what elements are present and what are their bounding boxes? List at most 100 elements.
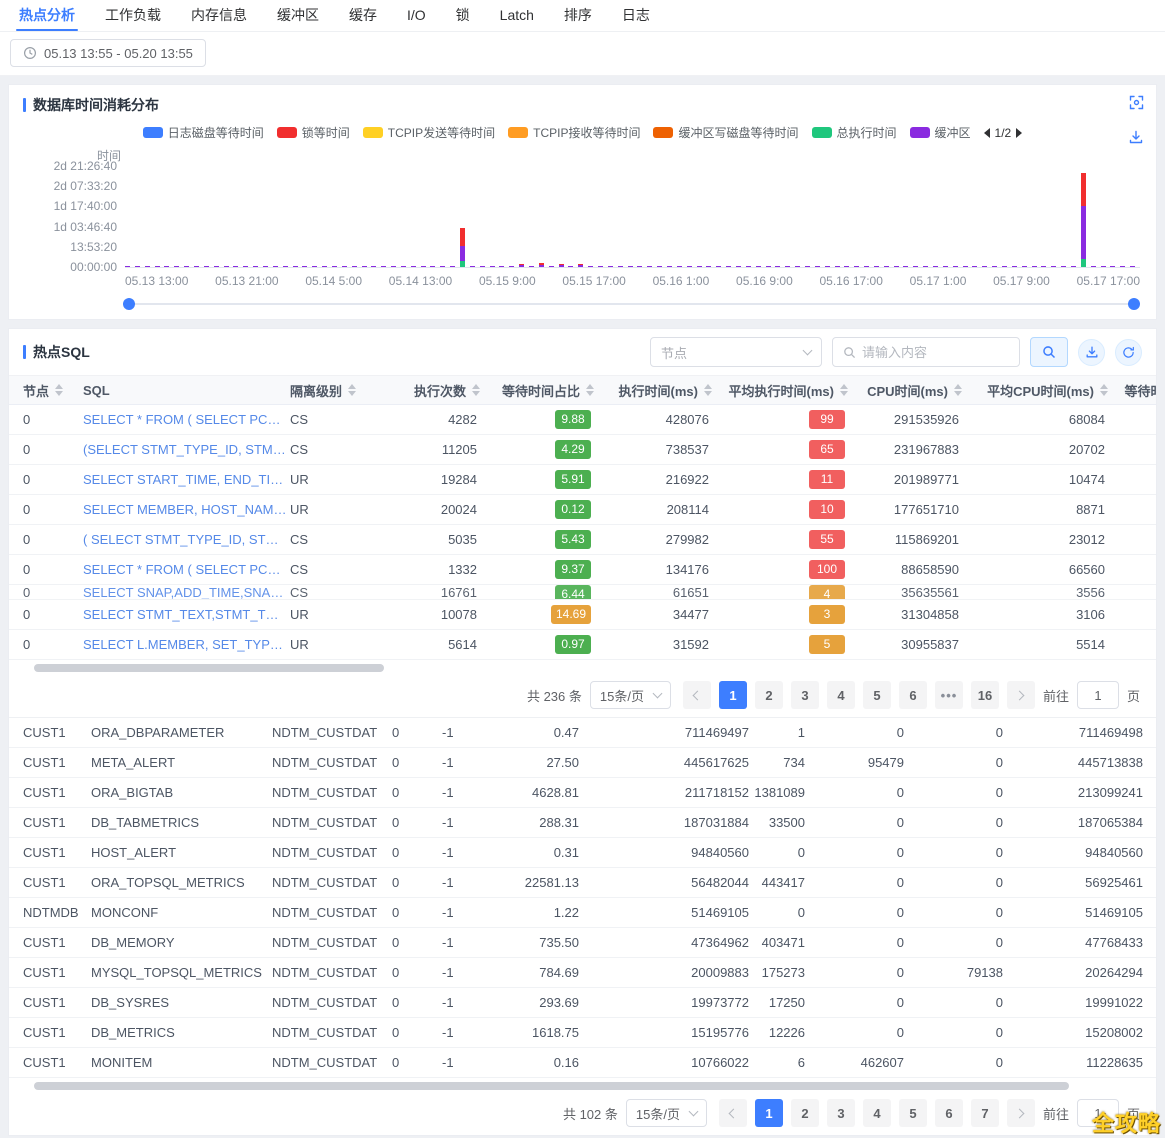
legend-prev-icon[interactable] [984,128,990,138]
page-button[interactable]: 3 [827,1099,855,1127]
search-button[interactable] [1030,337,1068,367]
cell: 19991022 [1006,995,1146,1010]
refresh-button[interactable] [1115,339,1142,366]
chart-bar [125,266,130,267]
legend-item[interactable]: 缓冲区 [910,124,971,141]
sort-icon[interactable] [954,384,962,396]
prev-page-button[interactable] [683,681,711,709]
nav-tab[interactable]: 排序 [549,0,607,31]
legend-item[interactable]: 日志磁盘等待时间 [143,124,264,141]
nav-tab[interactable]: 工作负载 [90,0,176,31]
page-button[interactable]: 7 [971,1099,999,1127]
legend-item[interactable]: 缓冲区写磁盘等待时间 [653,124,798,141]
download-button[interactable] [1078,339,1105,366]
date-range-picker[interactable]: 05.13 13:55 - 05.20 13:55 [10,39,206,67]
chevron-down-icon [803,346,813,356]
page-ellipsis[interactable]: ••• [935,681,963,709]
cell: 175273 [752,965,808,980]
page-button[interactable]: 2 [791,1099,819,1127]
fullscreen-icon[interactable] [1129,95,1144,110]
sql-statement-link[interactable]: SELECT * FROM ( SELECT PCS.S... [83,562,290,577]
sql-statement-link[interactable]: SELECT MEMBER, HOST_NAME... [83,502,290,517]
sort-icon[interactable] [840,384,848,396]
column-header[interactable]: 隔离级别 [290,381,390,400]
column-header[interactable]: 执行时间(ms) [594,381,712,400]
page-size-select[interactable]: 15条/页 [626,1099,707,1127]
sql-statement-link[interactable]: SELECT START_TIME, END_TIM... [83,472,290,487]
page-button[interactable]: 5 [899,1099,927,1127]
column-header[interactable]: 执行次数 [390,381,480,400]
legend-swatch [277,127,297,138]
sql-table-header: 节点SQL隔离级别执行次数等待时间占比执行时间(ms)平均执行时间(ms)CPU… [9,375,1156,405]
cell: CUST1 [23,965,91,980]
page-button[interactable]: 3 [791,681,819,709]
hot-table-row: CUST1DB_METRICSNDTM_CUSTDAT0-11618.75151… [9,1018,1156,1048]
sql-horizontal-scrollbar[interactable] [23,663,1142,673]
goto-suffix: 页 [1127,686,1140,705]
hot-table-row: CUST1MONITEMNDTM_CUSTDAT0-10.16107660226… [9,1048,1156,1078]
nav-tab[interactable]: Latch [485,0,549,31]
page-button[interactable]: 6 [899,681,927,709]
prev-page-button[interactable] [719,1099,747,1127]
page-size-select[interactable]: 15条/页 [590,681,671,709]
column-header-label: 平均CPU时间(ms) [987,381,1094,400]
column-header[interactable]: CPU时间(ms) [848,381,962,400]
next-page-button[interactable] [1007,1099,1035,1127]
column-header[interactable]: 平均执行时间(ms) [712,381,848,400]
slider-handle-right[interactable] [1128,298,1140,310]
page-button[interactable]: 4 [863,1099,891,1127]
cell-avg-cpu-time: 68084 [962,412,1108,427]
goto-page-input[interactable] [1077,681,1119,709]
page-button[interactable]: 1 [719,681,747,709]
sql-statement-link[interactable]: SELECT L.MEMBER, SET_TYPE, ... [83,637,290,652]
column-header[interactable]: 等待时间占比 [480,381,594,400]
search-input[interactable] [862,345,1009,360]
sql-statement-link[interactable]: SELECT SNAP,ADD_TIME,SNAP... [83,585,290,600]
page-button[interactable]: 5 [863,681,891,709]
sort-icon[interactable] [704,384,712,396]
cell-isolation: CS [290,562,390,577]
hot-table-row: CUST1HOST_ALERTNDTM_CUSTDAT0-10.31948405… [9,838,1156,868]
column-header[interactable]: 平均CPU时间(ms) [962,381,1108,400]
cell-isolation: CS [290,532,390,547]
legend-next-icon[interactable] [1016,128,1022,138]
sort-icon[interactable] [55,384,63,396]
page-button[interactable]: 4 [827,681,855,709]
node-filter-select[interactable]: 节点 [650,337,822,367]
legend-item[interactable]: 总执行时间 [812,124,897,141]
hot-table-horizontal-scrollbar[interactable] [23,1081,1142,1091]
page-button[interactable]: 1 [755,1099,783,1127]
page-button[interactable]: 16 [971,681,999,709]
nav-tab[interactable]: 热点分析 [4,0,90,31]
nav-tab[interactable]: 缓冲区 [262,0,334,31]
slider-handle-left[interactable] [123,298,135,310]
sql-statement-link[interactable]: (SELECT STMT_TYPE_ID, STMT_... [83,442,290,457]
column-header[interactable]: 等待时间(ms) [1108,381,1157,400]
scrollbar-thumb[interactable] [34,1082,1069,1090]
nav-tab[interactable]: 日志 [607,0,665,31]
cell: -1 [442,905,490,920]
nav-tab[interactable]: 内存信息 [176,0,262,31]
legend-item[interactable]: TCPIP发送等待时间 [363,124,495,141]
hot-table-row: CUST1META_ALERTNDTM_CUSTDAT0-127.5044561… [9,748,1156,778]
sort-icon[interactable] [586,384,594,396]
hot-table-row: NDTMDBMONCONFNDTM_CUSTDAT0-11.2251469105… [9,898,1156,928]
legend-item[interactable]: 锁等时间 [277,124,350,141]
sql-statement-link[interactable]: ( SELECT STMT_TYPE_ID, STMT... [83,532,290,547]
page-button[interactable]: 6 [935,1099,963,1127]
sort-icon[interactable] [348,384,356,396]
sort-icon[interactable] [472,384,480,396]
sort-icon[interactable] [1100,384,1108,396]
legend-item[interactable]: TCPIP接收等待时间 [508,124,640,141]
sql-statement-link[interactable]: SELECT STMT_TEXT,STMT_TYP... [83,607,290,622]
page-button[interactable]: 2 [755,681,783,709]
nav-tab[interactable]: 锁 [441,0,485,31]
column-header[interactable]: 节点 [23,381,83,400]
nav-tab[interactable]: 缓存 [334,0,392,31]
sql-statement-link[interactable]: SELECT * FROM ( SELECT PCS.S... [83,412,290,427]
scrollbar-thumb[interactable] [34,664,384,672]
time-range-slider[interactable] [125,297,1138,311]
next-page-button[interactable] [1007,681,1035,709]
cell: 0 [808,815,907,830]
nav-tab[interactable]: I/O [392,0,441,31]
